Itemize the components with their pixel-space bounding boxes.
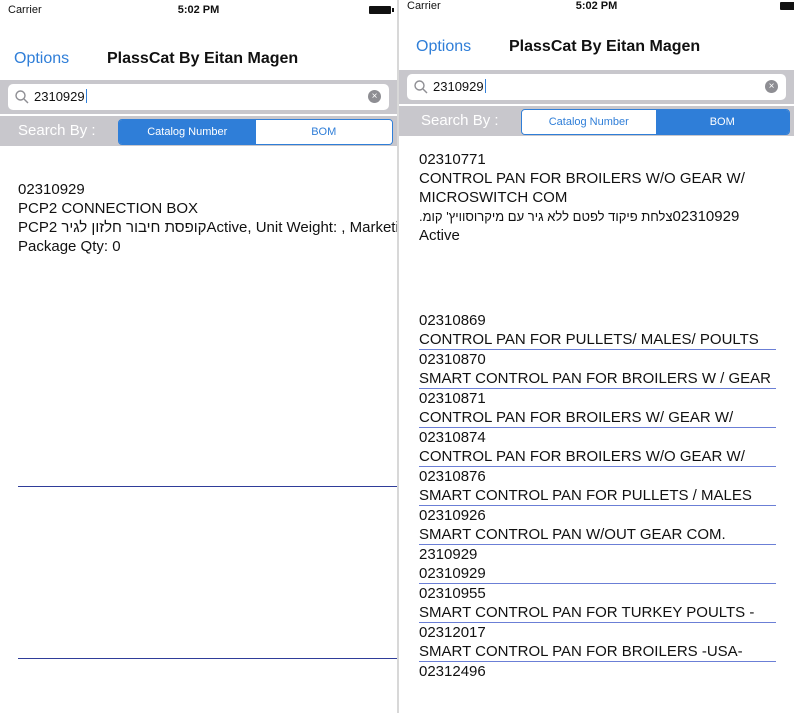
bom-item-name: SMART CONTROL PAN FOR BROILERS W / GEAR xyxy=(419,370,771,387)
clock: 5:02 PM xyxy=(575,0,618,12)
tab-bom[interactable]: BOM xyxy=(655,110,789,134)
search-by-label: Search By : xyxy=(421,112,499,129)
search-value: 2310929 xyxy=(34,89,85,104)
list-item[interactable]: 02312496 xyxy=(419,662,776,681)
status-bar: Carrier 5:02 PM xyxy=(399,0,794,16)
list-item[interactable]: 02310869 CONTROL PAN FOR PULLETS/ MALES/ … xyxy=(419,311,776,350)
item-detail: 02310929 PCP2 CONNECTION BOX קופסת חיבור… xyxy=(18,181,397,255)
battery-icon xyxy=(369,6,394,14)
status-bar: Carrier 5:02 PM xyxy=(0,0,397,20)
item-name: PCP2 CONNECTION BOX xyxy=(18,200,199,217)
search-icon xyxy=(15,90,29,104)
item-package-qty: Package Qty: 0 xyxy=(18,238,121,255)
bom-item-name: CONTROL PAN FOR BROILERS W/O GEAR W/ xyxy=(419,448,745,465)
bom-list: 02310869 CONTROL PAN FOR PULLETS/ MALES/ … xyxy=(419,311,776,681)
nav-bar: Options PlassCat By Eitan Magen xyxy=(399,28,794,68)
search-by-label: Search By : xyxy=(18,122,96,139)
text-caret xyxy=(484,79,486,93)
options-button[interactable]: Options xyxy=(14,50,69,68)
list-item[interactable]: 02310874 CONTROL PAN FOR BROILERS W/O GEA… xyxy=(419,428,776,467)
search-bar: 2310929 × xyxy=(399,70,794,104)
bom-item-name: SMART CONTROL PAN FOR PULLETS / MALES xyxy=(419,487,752,504)
page-title: PlassCat By Eitan Magen xyxy=(107,50,299,67)
page-title: PlassCat By Eitan Magen xyxy=(509,38,701,55)
separator-line xyxy=(18,486,397,487)
search-input[interactable]: 2310929 × xyxy=(8,84,389,110)
clock: 5:02 PM xyxy=(177,4,220,16)
list-item[interactable]: 02312017 SMART CONTROL PAN FOR BROILERS -… xyxy=(419,623,776,662)
bom-header: 02310771 CONTROL PAN FOR BROILERS W/O GE… xyxy=(419,150,794,245)
right-screen: Carrier 5:02 PM Options PlassCat By Eita… xyxy=(399,0,794,713)
parent-item-name: CONTROL PAN FOR BROILERS W/O GEAR W/ xyxy=(419,170,745,187)
bom-item-number: 02310926 xyxy=(419,507,486,524)
search-scope-segment: Catalog Number BOM xyxy=(521,109,790,135)
clear-icon[interactable]: × xyxy=(765,80,778,93)
nav-bar: Options PlassCat By Eitan Magen xyxy=(0,40,397,80)
tab-catalog-number[interactable]: Catalog Number xyxy=(119,120,256,144)
search-input[interactable]: 2310929 × xyxy=(407,74,786,100)
search-value: 2310929 xyxy=(433,79,484,94)
list-item[interactable]: 2310929 02310929 xyxy=(419,545,776,584)
parent-item-name-cont: MICROSWITCH COM xyxy=(419,189,568,206)
separator-line xyxy=(18,658,397,659)
left-screen: Carrier 5:02 PM Options PlassCat By Eita… xyxy=(0,0,397,713)
item-number: 02310929 xyxy=(18,181,85,198)
bom-item-number: 02310871 xyxy=(419,390,486,407)
bom-item-number: 02310874 xyxy=(419,429,486,446)
search-bar: 2310929 × xyxy=(0,80,397,114)
tab-catalog-number[interactable]: Catalog Number xyxy=(522,110,656,134)
tab-bom[interactable]: BOM xyxy=(255,120,392,144)
bom-item-name: SMART CONTROL PAN FOR BROILERS -USA- xyxy=(419,643,743,660)
bom-item-name: SMART CONTROL PAN FOR TURKEY POULTS - xyxy=(419,604,755,621)
search-scope-segment: Catalog Number BOM xyxy=(118,119,393,145)
parent-item-number: 02310771 xyxy=(419,151,486,168)
search-icon xyxy=(414,80,428,94)
battery-icon xyxy=(780,2,794,10)
scope-bar: Search By : Catalog Number BOM xyxy=(399,106,794,136)
bom-item-number: 02312496 xyxy=(419,663,486,680)
list-item[interactable]: 02310926 SMART CONTROL PAN W/OUT GEAR COM… xyxy=(419,506,776,545)
bom-item-name: SMART CONTROL PAN W/OUT GEAR COM. xyxy=(419,526,726,543)
bom-item-number: 02310876 xyxy=(419,468,486,485)
parent-item-status: Active xyxy=(419,227,460,244)
bom-item-number: 02312017 xyxy=(419,624,486,641)
bom-item-number: 02310870 xyxy=(419,351,486,368)
scope-bar: Search By : Catalog Number BOM xyxy=(0,116,397,146)
text-caret xyxy=(85,89,87,103)
bom-item-number: 02310955 xyxy=(419,585,486,602)
bom-item-number: 2310929 xyxy=(419,546,478,563)
list-item[interactable]: 02310871 CONTROL PAN FOR BROILERS W/ GEAR… xyxy=(419,389,776,428)
bom-item-number: 02310869 xyxy=(419,312,486,329)
list-item[interactable]: 02310876 SMART CONTROL PAN FOR PULLETS / … xyxy=(419,467,776,506)
options-button[interactable]: Options xyxy=(416,38,471,56)
list-item[interactable]: 02310870 SMART CONTROL PAN FOR BROILERS W… xyxy=(419,350,776,389)
bom-item-name: CONTROL PAN FOR BROILERS W/ GEAR W/ xyxy=(419,409,734,426)
list-item[interactable]: 02310955 SMART CONTROL PAN FOR TURKEY POU… xyxy=(419,584,776,623)
bom-item-name: 02310929 xyxy=(419,565,486,582)
clear-icon[interactable]: × xyxy=(368,90,381,103)
bom-item-name: CONTROL PAN FOR PULLETS/ MALES/ POULTS xyxy=(419,331,759,348)
